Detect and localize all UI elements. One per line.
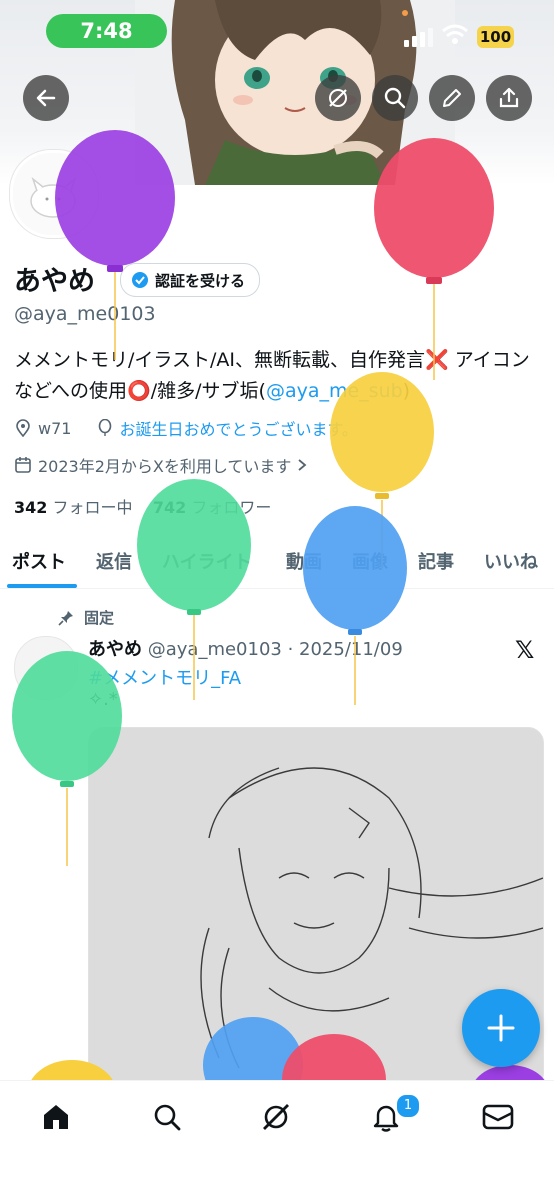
profile-avatar[interactable] <box>10 150 98 238</box>
post-author[interactable]: あやめ <box>88 639 142 660</box>
profile-tabs: ポスト 返信 ハイライト 動画 画像 記事 いいね <box>0 536 554 589</box>
bio-end: ) <box>402 380 411 402</box>
follow-stats: 342 フォロー中 742 フォロワー <box>14 494 271 518</box>
avatar-illustration <box>13 153 95 235</box>
search-profile-button[interactable] <box>372 75 418 121</box>
grok-icon <box>329 89 347 107</box>
plus-icon <box>487 1014 515 1042</box>
get-verified-label: 認証を受ける <box>155 271 246 290</box>
pinned-label: 固定 <box>84 609 115 627</box>
followers-label: フォロワー <box>191 498 272 517</box>
post-avatar[interactable] <box>14 636 78 700</box>
tab-likes[interactable]: いいね <box>484 548 538 574</box>
grok-icon[interactable] <box>260 1101 292 1133</box>
edit-button[interactable] <box>429 75 475 121</box>
pin-icon <box>58 610 73 626</box>
active-tab-indicator <box>7 584 77 588</box>
tab-replies[interactable]: 返信 <box>96 548 132 574</box>
balloon-icon <box>99 419 112 436</box>
search-icon <box>384 87 406 109</box>
tab-media[interactable]: 画像 <box>352 548 388 574</box>
calendar-icon <box>15 457 31 473</box>
tab-videos[interactable]: 動画 <box>286 548 322 574</box>
status-bar: 7:48 100 <box>0 0 554 64</box>
back-button[interactable] <box>23 75 69 121</box>
post-handle-date: @aya_me0103 · 2025/11/09 <box>147 639 403 660</box>
bio-mention-link[interactable]: @aya_me_sub <box>266 380 403 402</box>
post-hashtag[interactable]: #メメントモリ_FA <box>88 664 241 690</box>
joined-text: 2023年2月からXを利用しています <box>38 457 292 476</box>
profile-name: あやめ <box>14 266 95 297</box>
notifications-badge: 1 <box>395 1093 421 1119</box>
get-verified-button[interactable]: 認証を受ける <box>120 263 261 297</box>
tab-highlights[interactable]: ハイライト <box>162 548 252 574</box>
following-count: 342 <box>14 498 48 517</box>
post-header: あやめ @aya_me0103 · 2025/11/09 <box>88 635 403 661</box>
verified-badge-icon <box>132 272 148 288</box>
status-time: 7:48 <box>46 14 167 48</box>
following-link[interactable]: 342 フォロー中 <box>14 498 133 517</box>
profile-bio: メメントモリ/イラスト/AI、無断転載、自作発言❌ アイコンなどへの使用⭕️/雑… <box>14 345 544 407</box>
mail-icon[interactable] <box>481 1101 515 1133</box>
pinned-indicator: 固定 <box>58 607 114 628</box>
share-button[interactable] <box>486 75 532 121</box>
compose-fab[interactable] <box>462 989 540 1067</box>
wifi-icon <box>442 24 468 44</box>
bottom-navigation <box>0 1080 554 1200</box>
birthday-link[interactable]: お誕生日おめでとうございます。 <box>119 416 357 440</box>
following-label: フォロー中 <box>52 498 133 517</box>
share-icon <box>499 87 519 108</box>
grok-button[interactable] <box>315 75 361 121</box>
tab-articles[interactable]: 記事 <box>418 548 454 574</box>
followers-link[interactable]: 742 フォロワー <box>153 498 272 517</box>
post-text: ✧.* <box>88 689 118 710</box>
battery-indicator: 100 <box>477 26 514 48</box>
chevron-right-icon <box>298 459 307 471</box>
home-icon[interactable] <box>40 1101 72 1133</box>
signal-icon <box>404 28 433 47</box>
pencil-icon <box>443 89 461 107</box>
location-icon <box>16 419 30 437</box>
location-text: w71 <box>38 418 72 438</box>
privacy-indicator <box>402 10 408 16</box>
followers-count: 742 <box>152 498 187 517</box>
tab-posts[interactable]: ポスト <box>12 548 66 574</box>
profile-meta-row: w71 お誕生日おめでとうございます。 <box>14 416 358 440</box>
profile-handle: @aya_me0103 <box>14 303 156 325</box>
x-logo-icon: 𝕏 <box>515 636 535 664</box>
search-icon[interactable] <box>151 1101 183 1133</box>
back-arrow-icon <box>36 89 56 107</box>
joined-row[interactable]: 2023年2月からXを利用しています <box>14 453 307 477</box>
